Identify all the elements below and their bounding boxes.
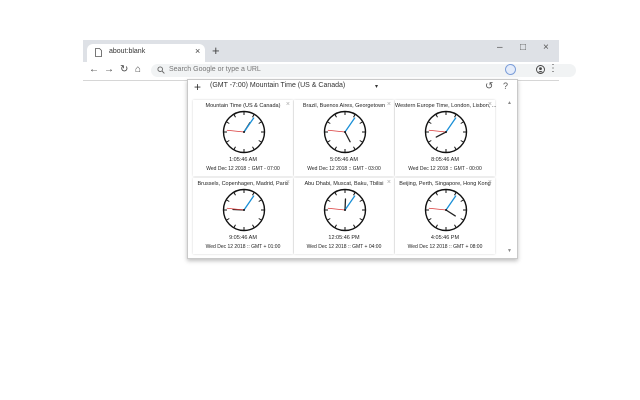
tab-about-blank[interactable]: about:blank ×: [87, 44, 205, 62]
clock-card: Mountain Time (US & Canada) × 1:05:46 AM We…: [193, 100, 293, 176]
clock-card: Abu Dhabi, Muscat, Baku, Tbilisi × 12:05:4…: [294, 178, 394, 254]
clock-center: [243, 131, 245, 133]
clock-card: Brazil, Buenos Aires, Georgetown × 5:05:46…: [294, 100, 394, 176]
analog-clock: [323, 110, 367, 154]
scroll-down-arrow[interactable]: ▼: [507, 248, 512, 254]
maximize-button[interactable]: □: [520, 42, 526, 53]
clock-city-label: Mountain Time (US & Canada): [205, 103, 281, 109]
clock-card: Brussels, Copenhagen, Madrid, Paris × 9:05…: [193, 178, 293, 254]
refresh-button[interactable]: ↺: [485, 81, 493, 92]
clock-city-label: Brazil, Buenos Aires, Georgetown: [302, 103, 386, 109]
analog-clock: [222, 188, 266, 232]
minimize-button[interactable]: –: [497, 42, 503, 53]
clock-date-text: Wed Dec 12 2018 :: GMT - 03:00: [307, 166, 381, 172]
chevron-down-icon[interactable]: ▾: [375, 83, 378, 90]
tab-close-button[interactable]: ×: [195, 46, 200, 56]
remove-clock-button[interactable]: ×: [488, 179, 492, 186]
clock-time-text: 9:05:46 AM: [229, 235, 257, 241]
clock-center: [445, 131, 447, 133]
clock-time-text: 1:05:46 AM: [229, 157, 257, 163]
help-button[interactable]: ?: [503, 81, 508, 91]
clock-city-label: Brussels, Copenhagen, Madrid, Paris: [197, 181, 289, 187]
clock-city-label: Abu Dhabi, Muscat, Baku, Tbilisi: [304, 181, 384, 187]
doc-icon: [95, 48, 102, 57]
world-clock-popup: + (GMT -7:00) Mountain Time (US & Canada…: [187, 79, 518, 259]
omnibox-placeholder: Search Google or type a URL: [169, 66, 261, 73]
clock-time-text: 5:05:46 AM: [330, 157, 358, 163]
timezone-select[interactable]: (GMT -7:00) Mountain Time (US & Canada): [210, 82, 380, 93]
clock-date-text: Wed Dec 12 2018 :: GMT + 01:00: [205, 244, 281, 250]
clock-center: [344, 131, 346, 133]
profile-icon[interactable]: [536, 65, 545, 74]
reload-button[interactable]: ↻: [120, 64, 128, 75]
search-icon: [157, 66, 165, 74]
browser-window: about:blank × + – □ × ← → ↻ ⌂ Search Goo…: [83, 40, 576, 81]
analog-clock: [323, 188, 367, 232]
analog-clock: [222, 110, 266, 154]
clock-city-label: Western Europe Time, London, Lisbon, ...: [395, 103, 497, 109]
add-clock-button[interactable]: +: [194, 80, 201, 94]
remove-clock-button[interactable]: ×: [286, 179, 290, 186]
clock-date-text: Wed Dec 12 2018 :: GMT - 07:00: [206, 166, 280, 172]
tab-strip: about:blank × + – □ ×: [83, 40, 559, 62]
close-window-button[interactable]: ×: [543, 42, 549, 53]
clock-card: Western Europe Time, London, Lisbon, ...…: [395, 100, 497, 176]
home-button[interactable]: ⌂: [135, 64, 141, 75]
remove-clock-button[interactable]: ×: [488, 101, 492, 108]
clock-center: [243, 209, 245, 211]
tab-title: about:blank: [109, 48, 146, 55]
remove-clock-button[interactable]: ×: [387, 101, 391, 108]
clock-card: Beijing, Perth, Singapore, Hong Kong × 4:0…: [395, 178, 495, 254]
forward-button[interactable]: →: [104, 64, 114, 75]
clock-date-text: Wed Dec 12 2018 :: GMT - 00:00: [408, 166, 482, 172]
new-tab-button[interactable]: +: [212, 43, 220, 58]
extension-icon[interactable]: [505, 64, 516, 75]
scroll-up-arrow[interactable]: ▲: [507, 100, 512, 106]
clock-time-text: 4:05:46 PM: [430, 235, 460, 241]
analog-clock: [424, 188, 468, 232]
menu-button[interactable]: ⋮: [548, 63, 558, 74]
popup-header: + (GMT -7:00) Mountain Time (US & Canada…: [188, 80, 517, 96]
clock-city-label: Beijing, Perth, Singapore, Hong Kong: [399, 181, 491, 187]
remove-clock-button[interactable]: ×: [286, 101, 290, 108]
back-button[interactable]: ←: [89, 64, 99, 75]
clock-time-text: 12:05:46 PM: [328, 235, 360, 241]
clock-date-text: Wed Dec 12 2018 :: GMT + 04:00: [306, 244, 382, 250]
analog-clock: [424, 110, 468, 154]
remove-clock-button[interactable]: ×: [387, 179, 391, 186]
clock-date-text: Wed Dec 12 2018 :: GMT + 08:00: [407, 244, 483, 250]
clock-time-text: 8:05:46 AM: [431, 157, 459, 163]
clock-center: [445, 209, 447, 211]
clock-center: [344, 209, 346, 211]
